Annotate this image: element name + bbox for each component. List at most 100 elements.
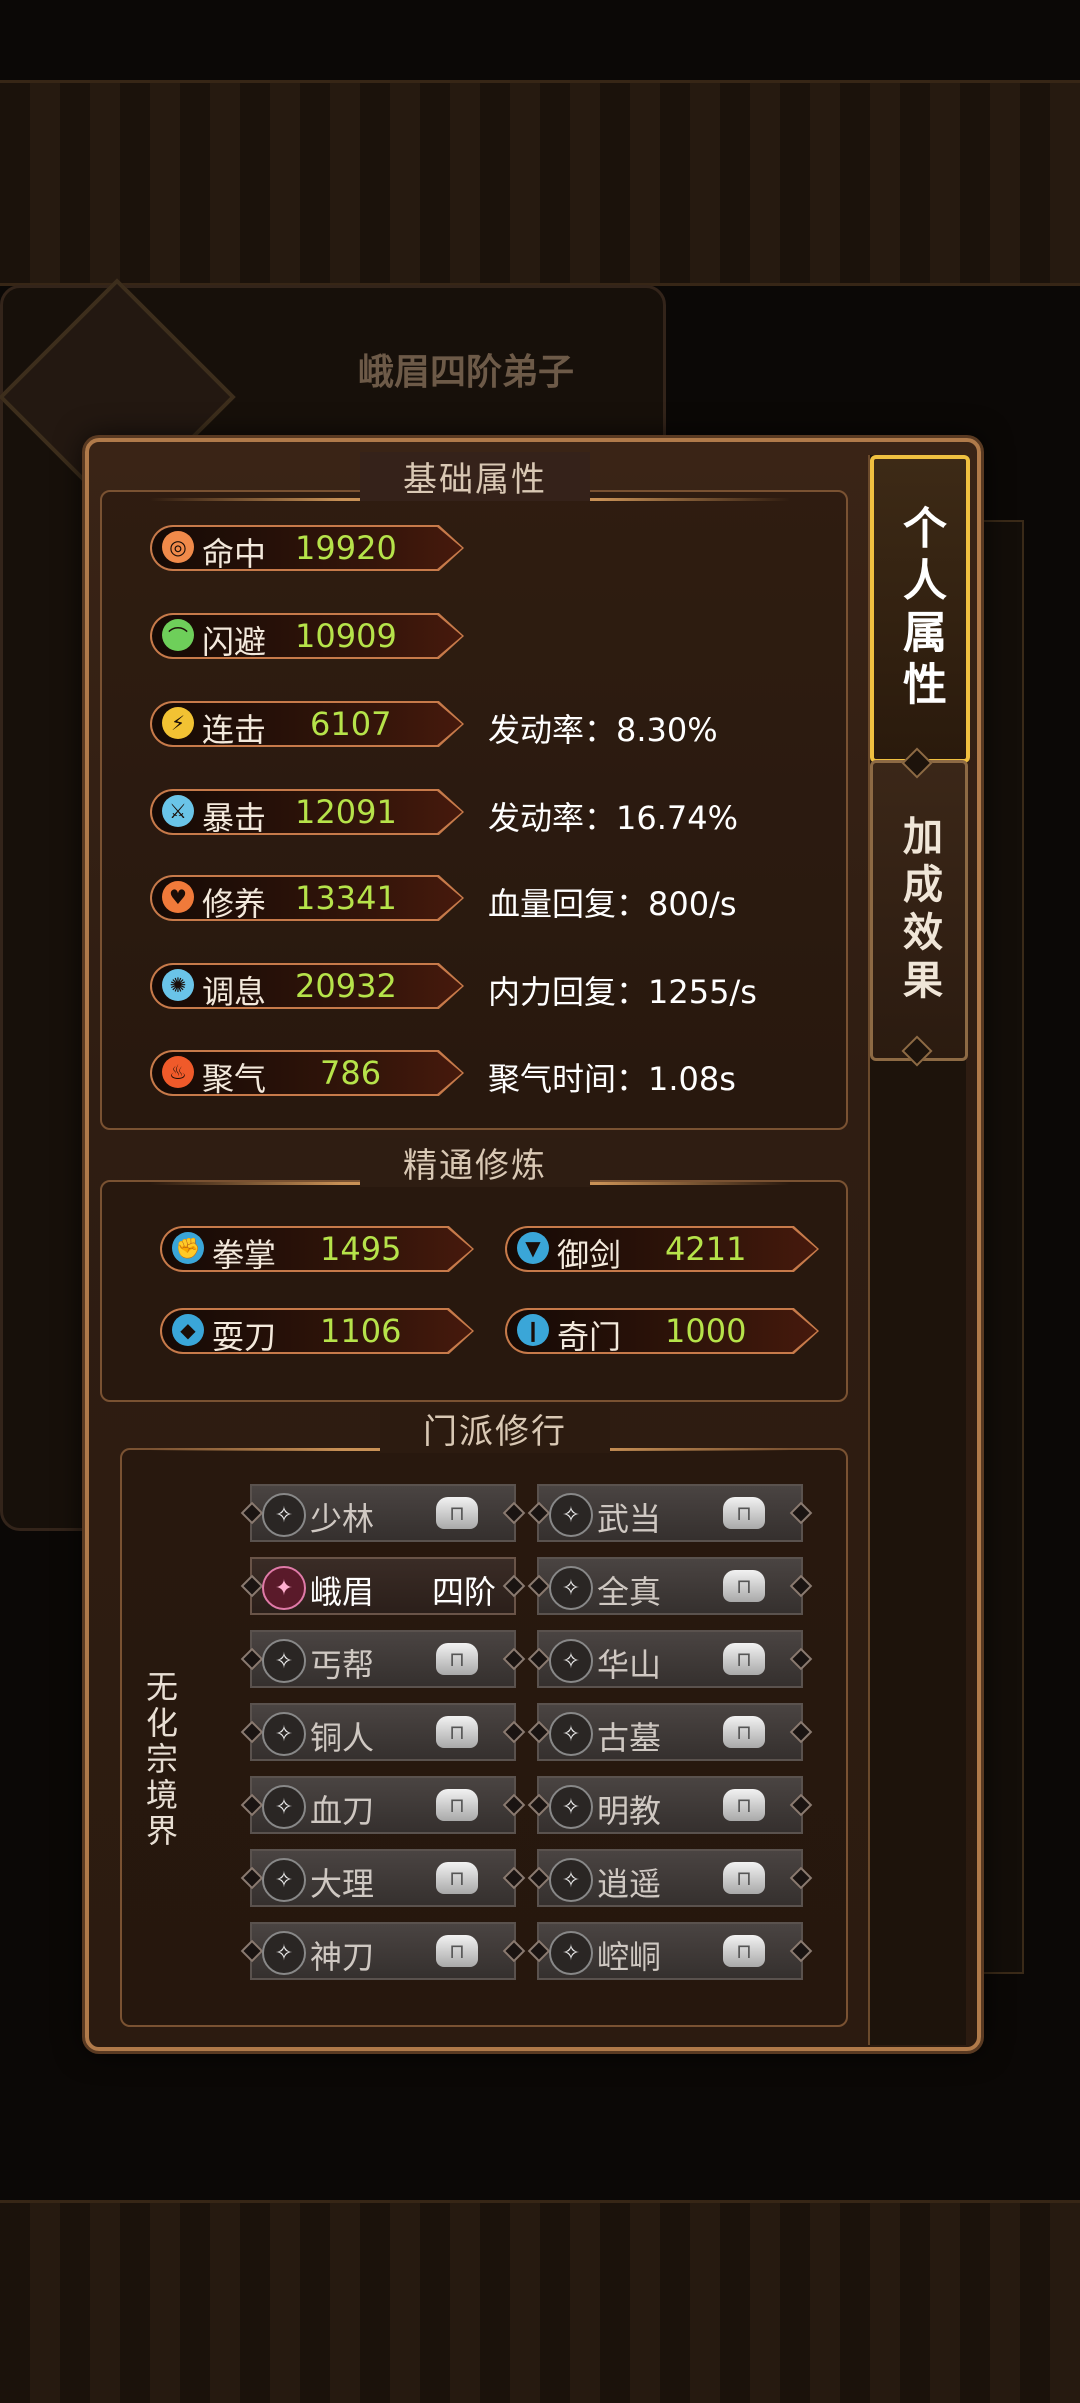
sword-icon: ⚔: [162, 795, 194, 827]
stat-label: 连击: [202, 711, 267, 749]
stat-extra-info: 发动率：16.74%: [488, 799, 739, 837]
lock-icon: ⊓: [436, 1862, 478, 1894]
sect-name: 少林: [310, 1500, 375, 1538]
stat-pill: ✊ 拳掌 1495: [160, 1226, 474, 1272]
stat-pill: ♨ 聚气 786: [150, 1050, 464, 1096]
stat-value: 13341: [295, 879, 397, 917]
tab-bonus-effects[interactable]: 加成效果: [870, 760, 968, 1061]
stat-label: 修养: [202, 885, 267, 923]
sect-name: 古墓: [597, 1719, 662, 1757]
tab-personal-attributes[interactable]: 个人属性: [870, 455, 970, 763]
stat-label: 调息: [202, 973, 267, 1011]
bottom-ornament-band: [0, 2200, 1080, 2403]
gumu-icon: ✧: [549, 1712, 593, 1756]
lock-icon: ⊓: [436, 1935, 478, 1967]
heart-icon: ♥: [162, 881, 194, 913]
stat-label: 暴击: [202, 799, 267, 837]
emei-icon: ✦: [262, 1566, 306, 1610]
flame-icon: ♨: [162, 1056, 194, 1088]
stat-pill: ✺ 调息 20932: [150, 963, 464, 1009]
background-card-title: 峨眉四阶弟子: [358, 351, 575, 393]
stat-pill-fill: [152, 703, 462, 745]
lock-icon: ⊓: [723, 1789, 765, 1821]
xiaoyao-icon: ✧: [549, 1858, 593, 1902]
stat-value: 20932: [295, 967, 397, 1005]
shaolin-icon: ✧: [262, 1493, 306, 1537]
sect-cell-emei[interactable]: ✦ 峨眉 四阶: [240, 1557, 526, 1615]
sect-name: 崆峒: [597, 1938, 662, 1976]
tongren-icon: ✧: [262, 1712, 306, 1756]
stat-pill-fill: [507, 1228, 817, 1270]
boot-icon: ⌒: [162, 619, 194, 651]
stat-pill-fill: [152, 1052, 462, 1094]
lock-icon: ⊓: [436, 1497, 478, 1529]
sect-cell-gumu[interactable]: ✧ 古墓 ⊓: [527, 1703, 813, 1761]
gaibang-icon: ✧: [262, 1639, 306, 1683]
stat-value: 12091: [295, 793, 397, 831]
stat-extra-info: 发动率：8.30%: [488, 711, 718, 749]
sect-name: 华山: [597, 1646, 662, 1684]
stat-value: 1495: [320, 1230, 402, 1268]
sect-name: 神刀: [310, 1938, 375, 1976]
lock-icon: ⊓: [723, 1643, 765, 1675]
stat-pill-fill: [162, 1228, 472, 1270]
sect-cell-shendao[interactable]: ✧ 神刀 ⊓: [240, 1922, 526, 1980]
sect-name: 大理: [310, 1865, 375, 1903]
sect-cell-shaolin[interactable]: ✧ 少林 ⊓: [240, 1484, 526, 1542]
dali-icon: ✧: [262, 1858, 306, 1902]
sect-cell-kongtong[interactable]: ✧ 崆峒 ⊓: [527, 1922, 813, 1980]
xuedao-icon: ✧: [262, 1785, 306, 1829]
blade-icon: ◆: [172, 1314, 204, 1346]
basic-section-title: 基础属性: [360, 452, 590, 501]
sect-name: 武当: [597, 1500, 662, 1538]
sect-name: 明教: [597, 1792, 662, 1830]
stat-pill: ⌒ 闪避 10909: [150, 613, 464, 659]
stat-extra-info: 内力回复：1255/s: [488, 973, 757, 1011]
sect-cell-tongren[interactable]: ✧ 铜人 ⊓: [240, 1703, 526, 1761]
lock-icon: ⊓: [436, 1716, 478, 1748]
stat-value: 4211: [665, 1230, 747, 1268]
stat-extra-info: 聚气时间：1.08s: [488, 1060, 736, 1098]
stat-pill: ◆ 耍刀 1106: [160, 1308, 474, 1354]
sect-name: 丐帮: [310, 1646, 375, 1684]
kongtong-icon: ✧: [549, 1931, 593, 1975]
stat-pill: ◎ 命中 19920: [150, 525, 464, 571]
sect-cell-xuedao[interactable]: ✧ 血刀 ⊓: [240, 1776, 526, 1834]
top-ornament-band: [0, 80, 1080, 286]
quanzhen-icon: ✧: [549, 1566, 593, 1610]
stat-pill: ▼ 御剑 4211: [505, 1226, 819, 1272]
stat-label: 耍刀: [212, 1318, 277, 1356]
lock-icon: ⊓: [436, 1643, 478, 1675]
sect-cell-gaibang[interactable]: ✧ 丐帮 ⊓: [240, 1630, 526, 1688]
swirl-icon: ✺: [162, 969, 194, 1001]
sect-cell-huashan[interactable]: ✧ 华山 ⊓: [527, 1630, 813, 1688]
fist-icon: ✊: [172, 1232, 204, 1264]
sword-drop-icon: ▼: [517, 1232, 549, 1264]
sect-name: 全真: [597, 1573, 662, 1611]
sect-name: 逍遥: [597, 1865, 662, 1903]
sect-cell-xiaoyao[interactable]: ✧ 逍遥 ⊓: [527, 1849, 813, 1907]
stat-pill: ♥ 修养 13341: [150, 875, 464, 921]
lock-icon: ⊓: [723, 1497, 765, 1529]
target-icon: ◎: [162, 531, 194, 563]
stat-pill: ❙ 奇门 1000: [505, 1308, 819, 1354]
stat-value: 10909: [295, 617, 397, 655]
stat-label: 闪避: [202, 623, 267, 661]
realm-label: 无化宗境界: [141, 1670, 179, 1850]
lock-icon: ⊓: [723, 1570, 765, 1602]
lightning-icon: ⚡: [162, 707, 194, 739]
sect-cell-wudang[interactable]: ✧ 武当 ⊓: [527, 1484, 813, 1542]
sect-cell-mingjiao[interactable]: ✧ 明教 ⊓: [527, 1776, 813, 1834]
lock-icon: ⊓: [723, 1716, 765, 1748]
stat-pill: ⚔ 暴击 12091: [150, 789, 464, 835]
stat-pill-fill: [507, 1310, 817, 1352]
lock-icon: ⊓: [436, 1789, 478, 1821]
lock-icon: ⊓: [723, 1862, 765, 1894]
sect-cell-dali[interactable]: ✧ 大理 ⊓: [240, 1849, 526, 1907]
stat-pill-fill: [162, 1310, 472, 1352]
stat-value: 6107: [310, 705, 392, 743]
stat-value: 1000: [665, 1312, 747, 1350]
sect-cell-quanzhen[interactable]: ✧ 全真 ⊓: [527, 1557, 813, 1615]
wudang-icon: ✧: [549, 1493, 593, 1537]
mingjiao-icon: ✧: [549, 1785, 593, 1829]
